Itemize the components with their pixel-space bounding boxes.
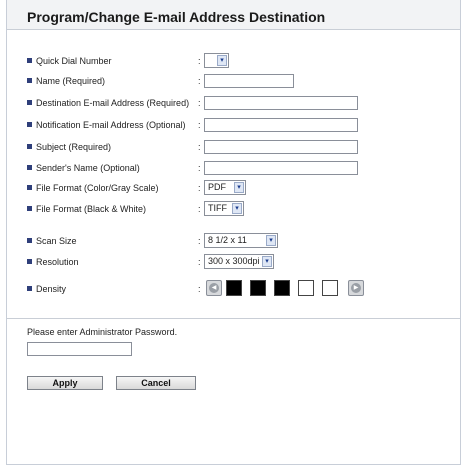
colon: :: [198, 76, 201, 86]
bullet-icon: [27, 286, 32, 291]
bullet-icon: [27, 100, 32, 105]
arrow-right-icon: ▶: [351, 283, 361, 293]
chevron-down-icon[interactable]: ▾: [232, 203, 242, 214]
file-bw-value: TIFF: [208, 203, 227, 213]
density-level-box[interactable]: [298, 280, 314, 296]
colon: :: [198, 183, 201, 193]
file-bw-label: File Format (Black & White): [36, 204, 147, 214]
resolution-value: 300 x 300dpi: [208, 256, 260, 266]
bullet-icon: [27, 78, 32, 83]
chevron-down-icon[interactable]: ▾: [262, 256, 272, 267]
bullet-icon: [27, 259, 32, 264]
admin-password-label: Please enter Administrator Password.: [27, 327, 178, 337]
cancel-button[interactable]: Cancel: [116, 376, 196, 390]
page-header: Program/Change E-mail Address Destinatio…: [7, 0, 460, 30]
notif-email-input[interactable]: [204, 118, 358, 132]
divider: [7, 318, 460, 319]
resolution-select[interactable]: 300 x 300dpi ▾: [204, 254, 274, 269]
density-label: Density: [36, 284, 67, 294]
density-decrease-button[interactable]: ◀: [206, 280, 222, 296]
resolution-label: Resolution: [36, 257, 79, 267]
notif-email-label: Notification E-mail Address (Optional): [36, 120, 186, 130]
density-increase-button[interactable]: ▶: [348, 280, 364, 296]
name-input[interactable]: [204, 74, 294, 88]
bullet-icon: [27, 122, 32, 127]
subject-input[interactable]: [204, 140, 358, 154]
sender-input[interactable]: [204, 161, 358, 175]
colon: :: [198, 257, 201, 267]
colon: :: [198, 204, 201, 214]
colon: :: [198, 56, 201, 66]
bullet-icon: [27, 185, 32, 190]
bullet-icon: [27, 144, 32, 149]
subject-label: Subject (Required): [36, 142, 112, 152]
dest-email-label: Destination E-mail Address (Required): [36, 98, 190, 108]
main-panel: Program/Change E-mail Address Destinatio…: [6, 0, 461, 465]
colon: :: [198, 120, 201, 130]
page-title: Program/Change E-mail Address Destinatio…: [27, 9, 326, 25]
file-color-value: PDF: [208, 182, 226, 192]
scan-size-select[interactable]: 8 1/2 x 11 ▾: [204, 233, 278, 248]
chevron-down-icon[interactable]: ▾: [266, 235, 276, 246]
colon: :: [198, 98, 201, 108]
apply-button[interactable]: Apply: [27, 376, 103, 390]
file-color-label: File Format (Color/Gray Scale): [36, 183, 159, 193]
scan-size-label: Scan Size: [36, 236, 77, 246]
quick-dial-select[interactable]: ▾: [204, 53, 229, 68]
chevron-down-icon[interactable]: ▾: [217, 55, 227, 66]
density-level-box[interactable]: [274, 280, 290, 296]
scan-size-value: 8 1/2 x 11: [208, 235, 247, 245]
file-color-select[interactable]: PDF ▾: [204, 180, 246, 195]
colon: :: [198, 142, 201, 152]
colon: :: [198, 163, 201, 173]
bullet-icon: [27, 238, 32, 243]
bullet-icon: [27, 206, 32, 211]
density-level-box[interactable]: [322, 280, 338, 296]
bullet-icon: [27, 165, 32, 170]
file-bw-select[interactable]: TIFF ▾: [204, 201, 244, 216]
density-level-box[interactable]: [226, 280, 242, 296]
density-level-box[interactable]: [250, 280, 266, 296]
name-label: Name (Required): [36, 76, 106, 86]
colon: :: [198, 284, 201, 294]
arrow-left-icon: ◀: [209, 283, 219, 293]
chevron-down-icon[interactable]: ▾: [234, 182, 244, 193]
dest-email-input[interactable]: [204, 96, 358, 110]
colon: :: [198, 236, 201, 246]
bullet-icon: [27, 58, 32, 63]
quick-dial-label: Quick Dial Number: [36, 56, 112, 66]
sender-label: Sender's Name (Optional): [36, 163, 140, 173]
admin-password-input[interactable]: [27, 342, 132, 356]
